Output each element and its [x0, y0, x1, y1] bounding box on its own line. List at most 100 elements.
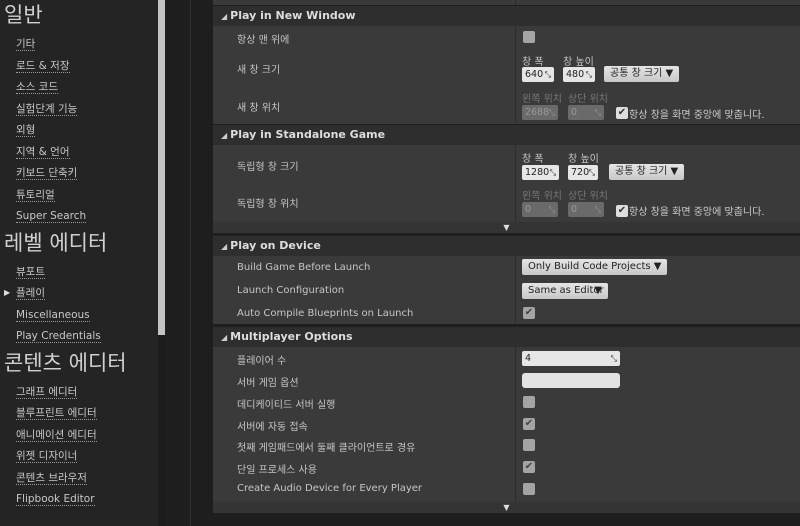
server-options-input[interactable]	[522, 373, 620, 388]
sidebar-item[interactable]: 로드 & 저장	[0, 56, 158, 78]
sidebar-category-heading: 일반	[4, 3, 43, 27]
player-count-label: 플레이어 수	[237, 356, 287, 367]
sidebar-item-label: Flipbook Editor	[16, 493, 95, 506]
expand-arrow-icon: ▼	[503, 223, 510, 232]
sidebar-item-label: 기타	[16, 38, 36, 51]
sidebar-item-label: Super Search	[16, 210, 87, 223]
build-game-label: Build Game Before Launch	[237, 262, 371, 273]
sidebar-item[interactable]: Super Search	[0, 206, 158, 228]
auto-connect-label: 서버에 자동 접속	[237, 422, 308, 433]
resize-icon: ⤡	[610, 354, 617, 363]
sidebar-item[interactable]: 튜토리얼	[0, 185, 158, 207]
details-panel: ◢ Play in New Window 항상 맨 위에 새 창 크기 창 폭 창…	[213, 0, 800, 526]
sidebar-item-label: 키보드 단축키	[16, 167, 78, 180]
sidebar-item[interactable]: 애니메이션 에디터	[0, 425, 158, 447]
server-options-label: 서버 게임 옵션	[237, 378, 299, 389]
center-window-label: 항상 창을 화면 중앙에 맞춥니다.	[629, 110, 765, 121]
sidebar-item[interactable]: Miscellaneous	[0, 305, 158, 327]
standalone-width-input[interactable]: 1280 ⤡	[522, 165, 559, 180]
top-position-input[interactable]: 0 ⤡	[568, 105, 604, 120]
sidebar-item[interactable]: 지역 & 언어	[0, 142, 158, 164]
resize-icon: ⤡	[548, 108, 555, 117]
section-header-play-in-new-window[interactable]: ◢ Play in New Window	[213, 6, 800, 26]
sidebar-scrollbar-thumb[interactable]	[158, 0, 165, 335]
gamepad-route-checkbox[interactable]	[523, 439, 535, 451]
dedicated-server-label: 데디케이티드 서버 실행	[237, 400, 336, 411]
sidebar-item[interactable]: 키보드 단축키	[0, 163, 158, 185]
resize-icon: ⤡	[548, 205, 555, 214]
sidebar-category-heading: 콘텐츠 에디터	[4, 350, 127, 375]
section-header-multiplayer[interactable]: ◢ Multiplayer Options	[213, 327, 800, 347]
sidebar-item[interactable]: 그래프 에디터	[0, 382, 158, 404]
new-window-position-label: 새 창 위치	[237, 103, 281, 114]
sidebar-item-label: Miscellaneous	[16, 308, 90, 322]
sidebar-item[interactable]: Play Credentials	[0, 326, 158, 348]
collapse-triangle-icon: ◢	[221, 333, 228, 342]
sidebar-item-label: 뷰포트	[16, 265, 45, 279]
resize-icon: ⤡	[588, 168, 595, 177]
resize-icon: ⤡	[549, 168, 556, 177]
gamepad-route-label: 첫째 게임패드에서 둘째 클라이언트로 경유	[237, 443, 416, 454]
common-window-sizes-dropdown[interactable]: 공통 창 크기 ▼	[604, 66, 680, 82]
common-window-sizes-dropdown[interactable]: 공통 창 크기 ▼	[609, 164, 685, 180]
sidebar-item[interactable]: 블루프린트 에디터	[0, 403, 158, 425]
launch-config-dropdown[interactable]: Same as Editor ▼	[522, 283, 608, 299]
sidebar-item[interactable]: 소스 코드	[0, 77, 158, 99]
new-window-size-label: 새 창 크기	[237, 65, 281, 76]
top-position-label: 상단 위치	[568, 94, 608, 105]
sidebar-item-label: 그래프 에디터	[16, 385, 78, 399]
auto-compile-checkbox[interactable]: ✔	[523, 307, 535, 319]
collapse-triangle-icon: ◢	[221, 12, 228, 21]
single-process-checkbox[interactable]: ✔	[523, 461, 535, 473]
window-width-input[interactable]: 640 ⤡	[522, 67, 554, 82]
section-body-device: Build Game Before Launch Only Build Code…	[213, 256, 800, 324]
height-label: 창 높이	[568, 154, 599, 165]
build-game-dropdown[interactable]: Only Build Code Projects ▼	[522, 259, 668, 275]
expand-arrow-icon: ▼	[503, 503, 510, 512]
sidebar-item-label: 플레이	[16, 287, 45, 300]
audio-device-checkbox[interactable]	[523, 483, 535, 495]
sidebar-category-heading: 레벨 에디터	[4, 230, 108, 255]
standalone-height-input[interactable]: 720 ⤡	[568, 165, 598, 180]
center-window-checkbox[interactable]: ✔	[616, 107, 628, 119]
auto-connect-checkbox[interactable]: ✔	[523, 418, 535, 430]
always-on-top-checkbox[interactable]	[523, 31, 535, 43]
chevron-down-icon: ▼	[665, 68, 674, 79]
left-position-input[interactable]: 0 ⤡	[522, 202, 558, 217]
sidebar-item-label: 실험단계 기능	[16, 102, 78, 116]
height-label: 창 높이	[563, 57, 594, 68]
collapse-triangle-icon: ◢	[221, 131, 228, 140]
collapse-triangle-icon: ◢	[221, 242, 228, 251]
always-on-top-label: 항상 맨 위에	[237, 35, 290, 46]
resize-icon: ⤡	[594, 108, 601, 117]
sidebar-item-label: 소스 코드	[16, 81, 58, 94]
chevron-down-icon: ▼	[653, 261, 662, 272]
section-header-play-on-device[interactable]: ◢ Play on Device	[213, 236, 800, 256]
center-window-label: 항상 창을 화면 중앙에 맞춥니다.	[629, 207, 765, 218]
sidebar-item[interactable]: 기타	[0, 34, 158, 56]
sidebar-item[interactable]: 콘텐츠 브라우저	[0, 468, 158, 490]
window-height-input[interactable]: 480 ⤡	[563, 67, 595, 82]
top-position-input[interactable]: 0 ⤡	[568, 202, 604, 217]
section-header-play-in-standalone[interactable]: ◢ Play in Standalone Game	[213, 125, 800, 145]
player-count-input[interactable]: 4 ⤡	[522, 351, 620, 366]
resize-icon: ⤡	[544, 70, 551, 79]
sidebar-item[interactable]: Flipbook Editor	[0, 489, 158, 511]
sidebar-item-label: 외형	[16, 124, 36, 137]
sidebar-item[interactable]: 실험단계 기능	[0, 99, 158, 121]
top-position-label: 상단 위치	[568, 191, 608, 202]
left-position-label: 왼쪽 위치	[522, 191, 562, 202]
sidebar-item[interactable]: 뷰포트	[0, 262, 158, 284]
sidebar-item-label: 블루프린트 에디터	[16, 407, 97, 420]
dedicated-server-checkbox[interactable]	[523, 396, 535, 408]
expand-advanced-button[interactable]: ▼	[213, 502, 800, 513]
sidebar-item[interactable]: 외형	[0, 120, 158, 142]
sidebar-item[interactable]: ▶ 플레이	[0, 283, 158, 305]
sidebar-item[interactable]: 위젯 디자이너	[0, 446, 158, 468]
expand-advanced-button[interactable]: ▼	[213, 222, 800, 233]
center-window-checkbox[interactable]: ✔	[616, 205, 628, 217]
left-position-input[interactable]: 2688 ⤡	[522, 105, 558, 120]
prev-section-tail	[213, 0, 800, 5]
settings-sidebar: 일반기타로드 & 저장소스 코드실험단계 기능외형지역 & 언어키보드 단축키튜…	[0, 0, 158, 526]
sidebar-item-label: 로드 & 저장	[16, 59, 70, 73]
